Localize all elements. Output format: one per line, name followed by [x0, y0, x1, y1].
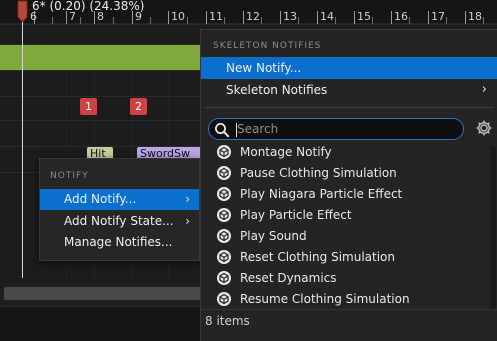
notify-option-label: Pause Clothing Simulation: [240, 166, 397, 180]
notify-option-label: Resume Clothing Simulation: [240, 292, 410, 306]
time-ruler[interactable]: 6 7 8 9 10 11 12 13 14 15 16 17 18 6* (0…: [0, 0, 497, 24]
ruler-label: 13: [283, 10, 297, 23]
menu-item-label: Manage Notifies...: [64, 235, 173, 249]
item-count: 8 items: [205, 314, 250, 328]
submenu-header: SKELETON NOTIFIES: [213, 41, 322, 51]
chevron-right-icon: ›: [185, 192, 190, 206]
chevron-right-icon: ›: [185, 214, 190, 228]
ruler-tick: [80, 17, 81, 24]
ruler-tick: [187, 17, 188, 24]
ruler-label: 16: [394, 10, 408, 23]
menu-item-label: New Notify...: [226, 61, 302, 75]
ruler-label: 11: [209, 10, 223, 23]
ruler-tick: [354, 11, 355, 24]
gear-icon[interactable]: [475, 119, 493, 137]
footer-divider: [201, 309, 497, 310]
menu-divider: [205, 107, 494, 108]
ruler-tick: [428, 11, 429, 24]
notify-option-label: Reset Dynamics: [240, 271, 337, 285]
ruler-label: 17: [431, 10, 445, 23]
skeleton-notifies-submenu: SKELETON NOTIFIES New Notify... Skeleton…: [200, 29, 497, 341]
class-icon: [217, 187, 231, 201]
class-icon: [217, 292, 231, 306]
ruler-tick: [224, 17, 225, 24]
class-icon: [217, 229, 231, 243]
timeline-scrollbar-thumb[interactable]: [4, 287, 216, 300]
notify-option-label: Montage Notify: [240, 145, 332, 159]
notify-option[interactable]: Reset Dynamics: [201, 268, 497, 289]
ruler-label: 14: [320, 10, 334, 23]
ruler-label: 18: [468, 10, 482, 23]
notify-option-label: Reset Clothing Simulation: [240, 250, 395, 264]
class-icon: [217, 145, 231, 159]
notify-option-label: Play Particle Effect: [240, 208, 352, 222]
add-notify-menu-item[interactable]: Add Notify... ›: [40, 189, 199, 210]
section-marker[interactable]: 2: [130, 98, 147, 115]
search-input[interactable]: [237, 120, 459, 138]
notify-option[interactable]: Reset Clothing Simulation: [201, 247, 497, 268]
section-marker[interactable]: 1: [80, 98, 97, 115]
ruler-tick: [261, 17, 262, 24]
menu-item-label: Add Notify State...: [64, 214, 174, 228]
ruler-tick: [113, 17, 114, 24]
context-menu-header: NOTIFY: [50, 171, 89, 181]
notify-option[interactable]: Play Niagara Particle Effect: [201, 184, 497, 205]
add-notify-state-menu-item[interactable]: Add Notify State... ›: [40, 211, 199, 232]
notify-option[interactable]: Pause Clothing Simulation: [201, 163, 497, 184]
ruler-tick: [465, 11, 466, 24]
menu-item-label: Skeleton Notifies: [226, 83, 328, 97]
notify-option[interactable]: Montage Notify: [201, 142, 497, 163]
notify-option-label: Play Niagara Particle Effect: [240, 187, 403, 201]
notify-option[interactable]: Resume Clothing Simulation: [201, 289, 497, 310]
playhead-handle[interactable]: [17, 0, 28, 24]
ruler-label: 12: [246, 10, 260, 23]
list-scrollbar[interactable]: [490, 146, 496, 309]
new-notify-menu-item[interactable]: New Notify...: [201, 57, 497, 79]
chevron-right-icon: ›: [481, 82, 487, 97]
ruler-label: 15: [357, 10, 371, 23]
skeleton-notifies-menu-item[interactable]: Skeleton Notifies ›: [201, 79, 497, 101]
class-icon: [217, 166, 231, 180]
ruler-tick: [280, 11, 281, 24]
playhead-line[interactable]: [22, 22, 23, 278]
playhead-time-readout: 6* (0.20) (24.38%): [32, 0, 145, 13]
ruler-tick: [150, 17, 151, 24]
search-icon: [215, 123, 230, 138]
notify-option-label: Play Sound: [240, 229, 307, 243]
ruler-tick: [483, 17, 484, 24]
manage-notifies-menu-item[interactable]: Manage Notifies...: [40, 232, 199, 253]
ruler-tick: [391, 11, 392, 24]
ruler-tick: [446, 17, 447, 24]
ruler-tick: [409, 17, 410, 24]
notify-option[interactable]: Play Particle Effect: [201, 205, 497, 226]
ruler-tick: [298, 17, 299, 24]
ruler-tick: [52, 17, 53, 24]
search-box[interactable]: [208, 118, 464, 140]
ruler-tick: [317, 11, 318, 24]
notify-context-menu: NOTIFY Add Notify... › Add Notify State.…: [39, 158, 200, 261]
menu-item-label: Add Notify...: [64, 192, 137, 206]
ruler-tick: [168, 11, 169, 24]
notify-option[interactable]: Play Sound: [201, 226, 497, 247]
track-divider: [0, 24, 497, 25]
ruler-tick: [243, 11, 244, 24]
class-icon: [217, 271, 231, 285]
ruler-tick: [206, 11, 207, 24]
ruler-tick: [372, 17, 373, 24]
class-icon: [217, 250, 231, 264]
ruler-label: 10: [171, 10, 185, 23]
class-icon: [217, 208, 231, 222]
ruler-tick: [335, 17, 336, 24]
